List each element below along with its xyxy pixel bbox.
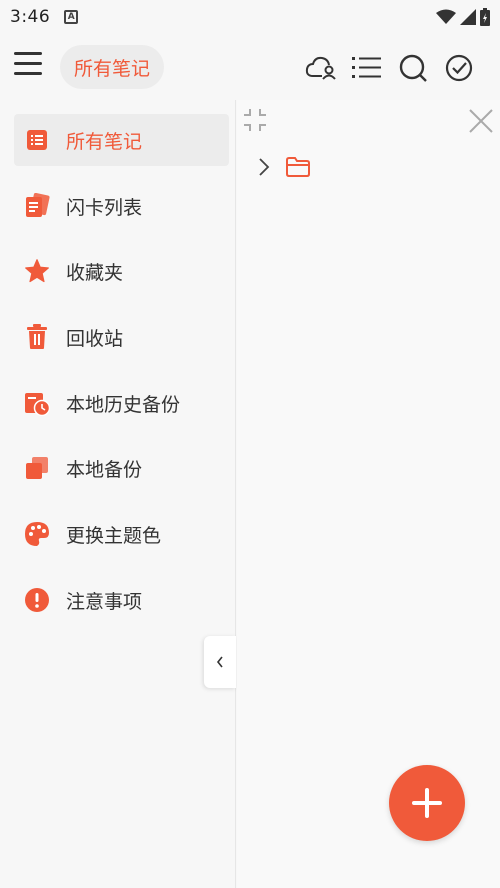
sidebar-item-label: 所有笔记 bbox=[66, 130, 143, 153]
folder-tree-row[interactable] bbox=[257, 156, 311, 178]
sidebar-item-label: 本地备份 bbox=[66, 458, 143, 481]
list-icon[interactable] bbox=[350, 51, 384, 85]
flashcards-icon bbox=[24, 193, 50, 219]
cloud-user-icon[interactable] bbox=[304, 51, 338, 85]
check-circle-icon[interactable] bbox=[442, 51, 476, 85]
menu-button[interactable] bbox=[14, 52, 44, 82]
menu-line bbox=[14, 72, 42, 75]
alert-icon bbox=[24, 587, 50, 613]
status-bar: 3:46 A bbox=[0, 0, 500, 34]
status-time: 3:46 bbox=[10, 7, 51, 27]
status-a-badge: A bbox=[64, 10, 79, 24]
wifi-icon bbox=[436, 9, 456, 24]
search-icon[interactable] bbox=[396, 51, 430, 85]
sidebar-item-label: 本地历史备份 bbox=[66, 393, 181, 416]
sidebar-item-flashcards[interactable]: 闪卡列表 bbox=[14, 180, 229, 232]
sidebar-item-notes[interactable]: 注意事项 bbox=[14, 574, 229, 626]
chevron-left-icon bbox=[216, 656, 223, 668]
palette-icon bbox=[24, 521, 50, 547]
plus-icon bbox=[412, 788, 442, 818]
signal-icon bbox=[460, 9, 476, 25]
sidebar-item-label: 注意事项 bbox=[66, 590, 143, 613]
sidebar-collapse-handle[interactable] bbox=[204, 636, 236, 688]
sidebar-item-local-backup[interactable]: 本地备份 bbox=[14, 442, 229, 494]
battery-icon bbox=[480, 8, 490, 26]
sidebar-item-all-notes[interactable]: 所有笔记 bbox=[14, 114, 229, 166]
page-title[interactable]: 所有笔记 bbox=[60, 45, 165, 89]
folder-icon bbox=[286, 157, 310, 177]
sidebar-item-local-history-backup[interactable]: 本地历史备份 bbox=[14, 377, 229, 429]
sidebar-item-label: 更换主题色 bbox=[66, 524, 162, 547]
menu-line bbox=[14, 52, 42, 55]
menu-line bbox=[14, 62, 42, 65]
header-actions bbox=[304, 51, 476, 85]
sidebar-item-theme-color[interactable]: 更换主题色 bbox=[14, 508, 229, 560]
sidebar-item-label: 回收站 bbox=[66, 327, 124, 350]
trash-icon bbox=[24, 324, 50, 350]
sidebar-item-trash[interactable]: 回收站 bbox=[14, 311, 229, 363]
history-backup-icon bbox=[24, 390, 50, 416]
sidebar: 所有笔记 闪卡列表 收藏夹 回收站 本地历史备份 本地备份 更换主题色 注意事项 bbox=[0, 100, 236, 888]
status-right bbox=[436, 8, 490, 26]
app-header: 所有笔记 bbox=[0, 34, 500, 100]
collapse-all-icon[interactable] bbox=[243, 108, 267, 132]
notes-list-icon bbox=[24, 127, 50, 153]
main-content bbox=[237, 100, 500, 888]
sidebar-item-label: 闪卡列表 bbox=[66, 196, 143, 219]
chevron-right-icon[interactable] bbox=[257, 156, 271, 178]
add-note-button[interactable] bbox=[389, 765, 465, 841]
sidebar-item-favorites[interactable]: 收藏夹 bbox=[14, 245, 229, 297]
close-icon[interactable] bbox=[468, 108, 494, 134]
star-icon bbox=[24, 258, 50, 284]
backup-icon bbox=[24, 455, 50, 481]
sidebar-item-label: 收藏夹 bbox=[66, 261, 124, 284]
